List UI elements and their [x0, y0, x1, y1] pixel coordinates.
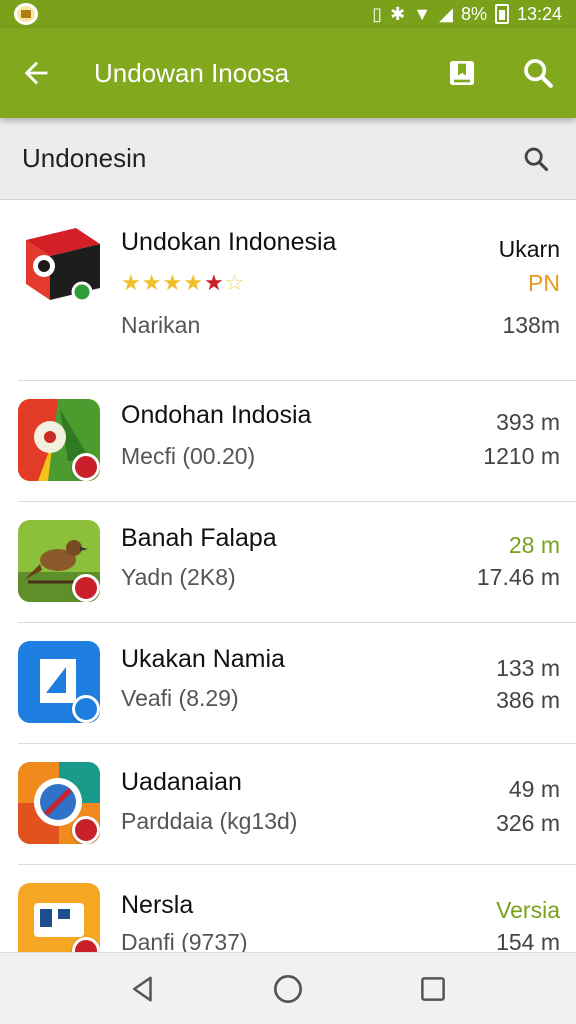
badge-icon	[72, 574, 100, 602]
wifi-icon: ▼	[413, 4, 432, 24]
app-meta-top: 49 m	[508, 776, 560, 802]
status-icons: ▯ ✱ ▼ ◢ 8% 13:24	[372, 4, 562, 25]
app-subtitle: Mecfi (00.20)	[121, 443, 256, 469]
app-subtitle: Narikan	[121, 312, 201, 338]
star-half-icon: ☆	[224, 270, 246, 295]
list-item[interactable]: Banah Falapa Yadn (2K8) 28 m 17.46 m	[0, 502, 576, 623]
app-meta-bottom: 326 m	[496, 810, 560, 836]
back-button[interactable]	[0, 28, 72, 118]
app-icon	[22, 222, 104, 304]
app-meta-top: 393 m	[496, 409, 560, 435]
list-item[interactable]: Undokan Indonesia ★★★★★☆ Narikan Ukarn P…	[0, 200, 576, 381]
app-meta-mid: PN	[528, 270, 560, 296]
search-submit-button[interactable]	[518, 141, 554, 177]
status-bar: ▯ ✱ ▼ ◢ 8% 13:24	[0, 0, 576, 28]
star-icon: ★	[121, 270, 142, 295]
app-icon	[18, 520, 100, 602]
star-icon: ★	[162, 270, 184, 295]
status-time: 13:24	[516, 3, 562, 24]
bookmark-button[interactable]	[424, 28, 500, 118]
app-title: Ondohan Indosia	[121, 401, 312, 429]
app-meta-top: 133 m	[496, 655, 560, 681]
app-icon	[18, 641, 100, 723]
star-icon: ★	[141, 270, 163, 295]
search-query[interactable]: Undonesin	[22, 143, 146, 174]
search-icon	[524, 147, 549, 171]
search-icon	[524, 59, 553, 88]
vibrate-icon: ▯	[372, 4, 383, 24]
rating-stars: ★★★★★☆	[121, 270, 245, 296]
speaker-box-icon	[26, 228, 100, 303]
signal-icon: ◢	[439, 4, 453, 24]
app-icon	[18, 399, 100, 481]
arrow-left-icon	[24, 61, 48, 85]
system-nav-bar	[0, 952, 576, 1024]
nav-back-button[interactable]	[113, 959, 173, 1019]
app-title: Uadanaian	[121, 768, 242, 796]
star-icon: ★	[203, 270, 225, 295]
search-button[interactable]	[500, 28, 576, 118]
app-icon	[18, 883, 100, 952]
battery-icon	[494, 4, 509, 24]
app-meta-top: Ukarn	[498, 236, 560, 262]
list-item[interactable]: Uadanaian Parddaia (kg13d) 49 m 326 m	[0, 744, 576, 865]
badge-icon	[72, 453, 100, 481]
app-subtitle: Veafi (8.29)	[121, 685, 239, 711]
app-subtitle: Yadn (2K8)	[121, 564, 236, 590]
notification-app-icon	[14, 3, 38, 25]
app-bar: Undowan Inoosa	[0, 28, 576, 118]
battery-percent: 8%	[460, 3, 487, 24]
list-item[interactable]: Ukakan Namia Veafi (8.29) 133 m 386 m	[0, 623, 576, 744]
triangle-back-icon	[132, 976, 152, 1001]
app-subtitle: Parddaia (kg13d)	[121, 808, 298, 834]
app-meta-bottom: 154 m	[496, 929, 560, 952]
search-bar[interactable]: Undonesin	[0, 118, 576, 200]
list-item[interactable]: Nersla Danfi (9737) Versia 154 m	[0, 865, 576, 952]
page-title: Undowan Inoosa	[94, 57, 290, 88]
badge-icon	[72, 695, 100, 723]
list-item[interactable]: Ondohan Indosia Mecfi (00.20) 393 m 1210…	[0, 381, 576, 502]
app-title: Undokan Indonesia	[121, 228, 337, 256]
app-list: Undokan Indonesia ★★★★★☆ Narikan Ukarn P…	[0, 200, 576, 952]
badge-icon	[72, 816, 100, 844]
bluetooth-icon: ✱	[390, 4, 406, 24]
app-subtitle: Danfi (9737)	[121, 929, 248, 952]
app-title: Ukakan Namia	[121, 645, 285, 673]
app-meta-top: Versia	[496, 897, 560, 923]
app-meta-bottom: 1210 m	[483, 443, 560, 469]
bookmark-icon	[450, 61, 474, 85]
app-title: Banah Falapa	[121, 524, 277, 552]
app-meta-bottom: 17.46 m	[476, 564, 560, 590]
nav-home-button[interactable]	[258, 959, 318, 1019]
app-meta-bottom: 386 m	[496, 687, 560, 713]
square-recents-icon	[421, 976, 446, 1001]
nav-recents-button[interactable]	[403, 959, 463, 1019]
app-title: Nersla	[121, 891, 194, 919]
app-meta-bottom: 138m	[502, 312, 560, 338]
star-icon: ★	[183, 270, 204, 295]
app-meta-top: 28 m	[508, 532, 560, 558]
app-icon	[18, 762, 100, 844]
circle-home-icon	[273, 974, 302, 1003]
